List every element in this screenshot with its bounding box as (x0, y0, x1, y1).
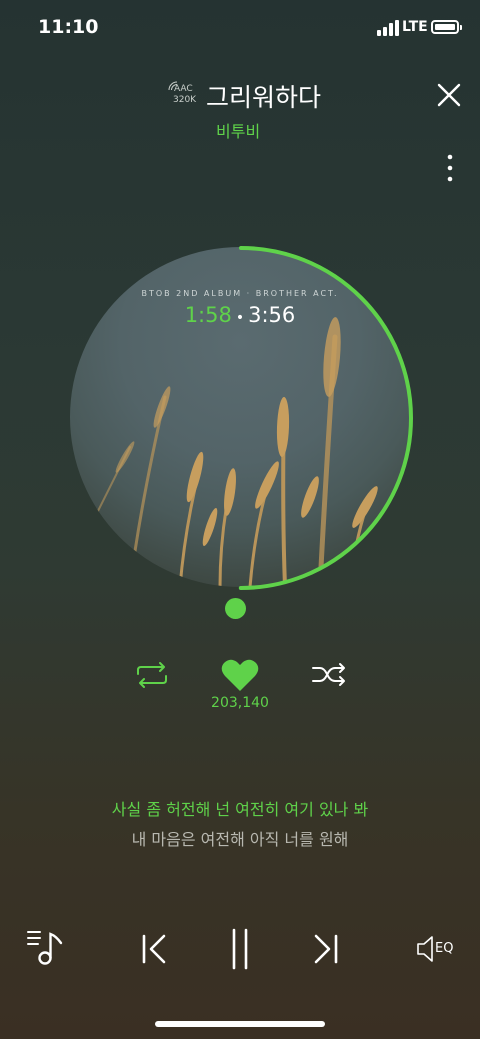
previous-track-icon[interactable] (140, 934, 168, 964)
battery-icon (431, 20, 462, 34)
quality-format: AAC (174, 84, 193, 94)
album-art-player[interactable]: BTOB 2ND ALBUM · BROTHER ACT. 1:58 • 3:56 (66, 243, 416, 593)
pause-icon[interactable] (230, 928, 250, 970)
like-heart-icon[interactable] (221, 658, 259, 692)
network-label: LTE (402, 19, 428, 35)
like-count: 203,140 (211, 695, 269, 711)
progress-knob[interactable] (225, 598, 246, 619)
more-options-icon[interactable] (444, 154, 456, 182)
home-indicator[interactable] (155, 1021, 325, 1027)
artist-name[interactable]: 비투비 (216, 118, 260, 142)
lyric-current-line[interactable]: 사실 좀 허전해 넌 여전히 여기 있나 봐 (0, 796, 480, 820)
progress-ring[interactable] (66, 243, 416, 593)
close-icon[interactable] (436, 82, 462, 108)
next-track-icon[interactable] (312, 934, 340, 964)
quality-bitrate: 320K (173, 95, 197, 105)
lyric-next-line[interactable]: 내 마음은 여전해 아직 너를 원해 (0, 826, 480, 850)
song-title: 그리워하다 (206, 83, 322, 112)
eq-label: EQ (435, 941, 454, 956)
signal-icon (377, 20, 399, 36)
status-time: 11:10 (38, 16, 99, 38)
audio-quality-badge: AAC 320K (168, 81, 202, 109)
playlist-icon[interactable] (26, 928, 66, 966)
repeat-icon[interactable] (134, 662, 170, 688)
equalizer-button[interactable]: EQ (414, 932, 462, 966)
shuffle-icon[interactable] (311, 662, 347, 688)
